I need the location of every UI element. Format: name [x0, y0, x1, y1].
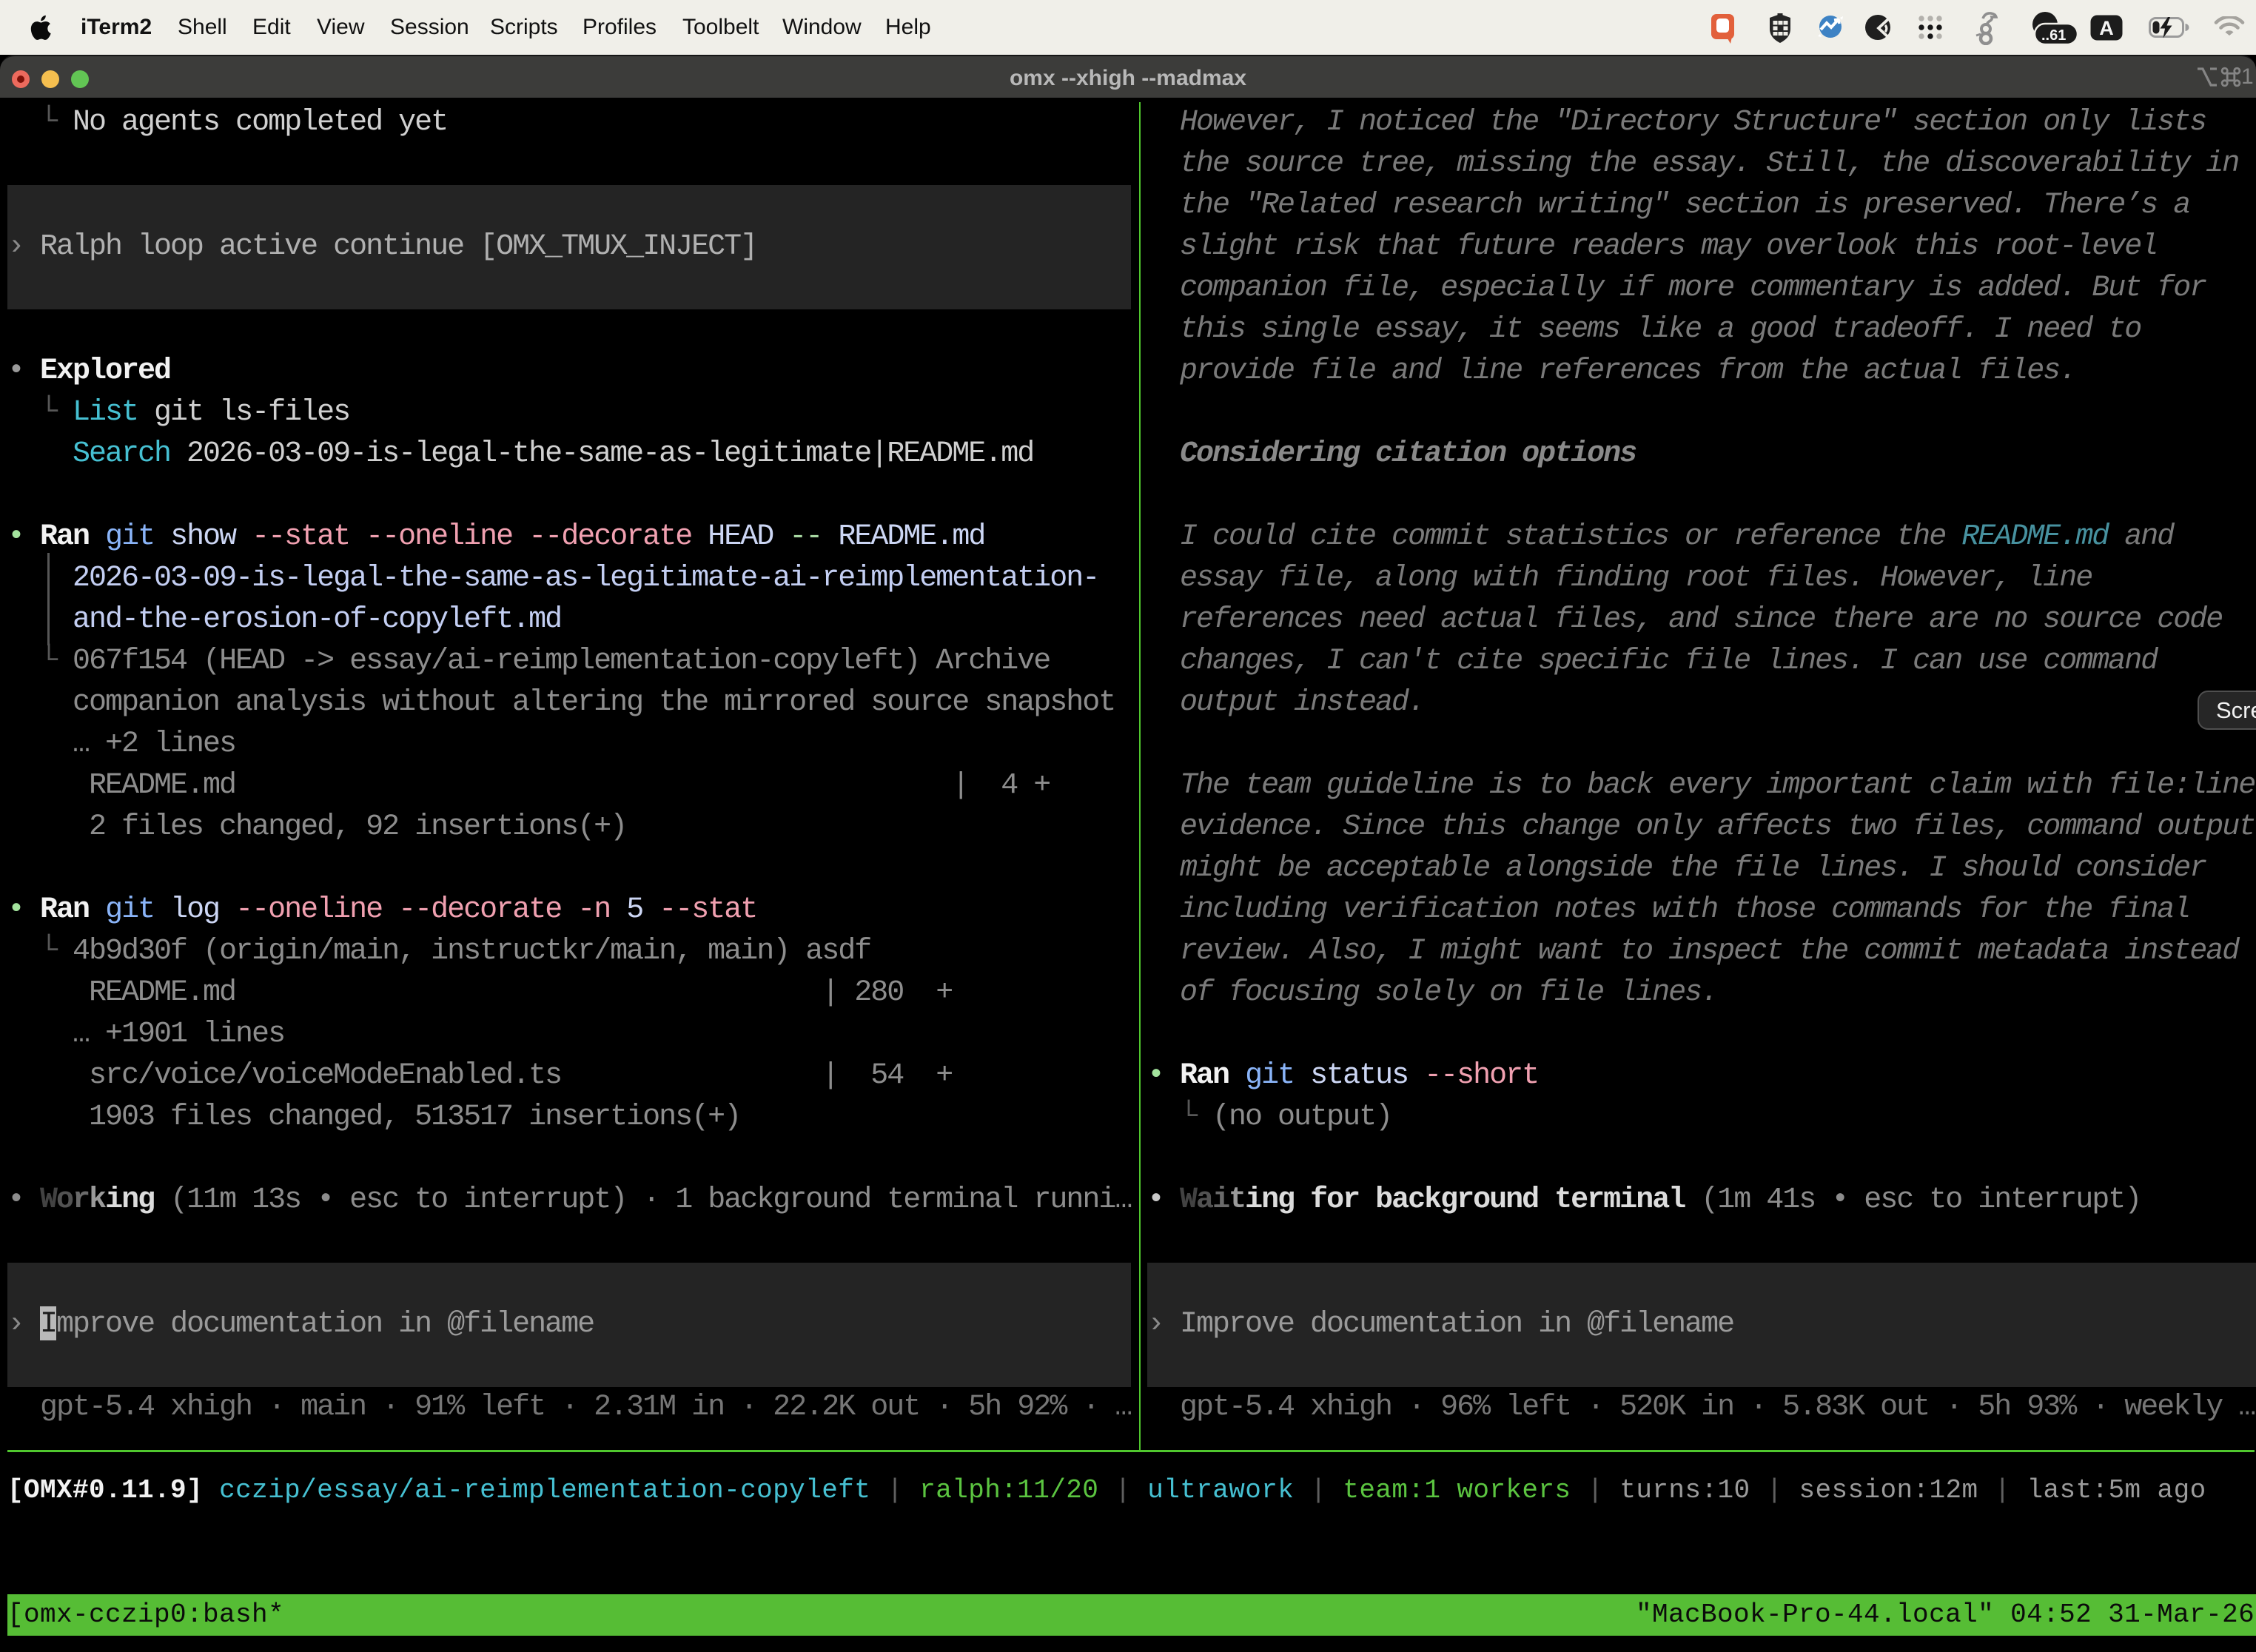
svg-text:..61: ..61	[2041, 27, 2066, 44]
svg-text:A: A	[2099, 17, 2114, 39]
